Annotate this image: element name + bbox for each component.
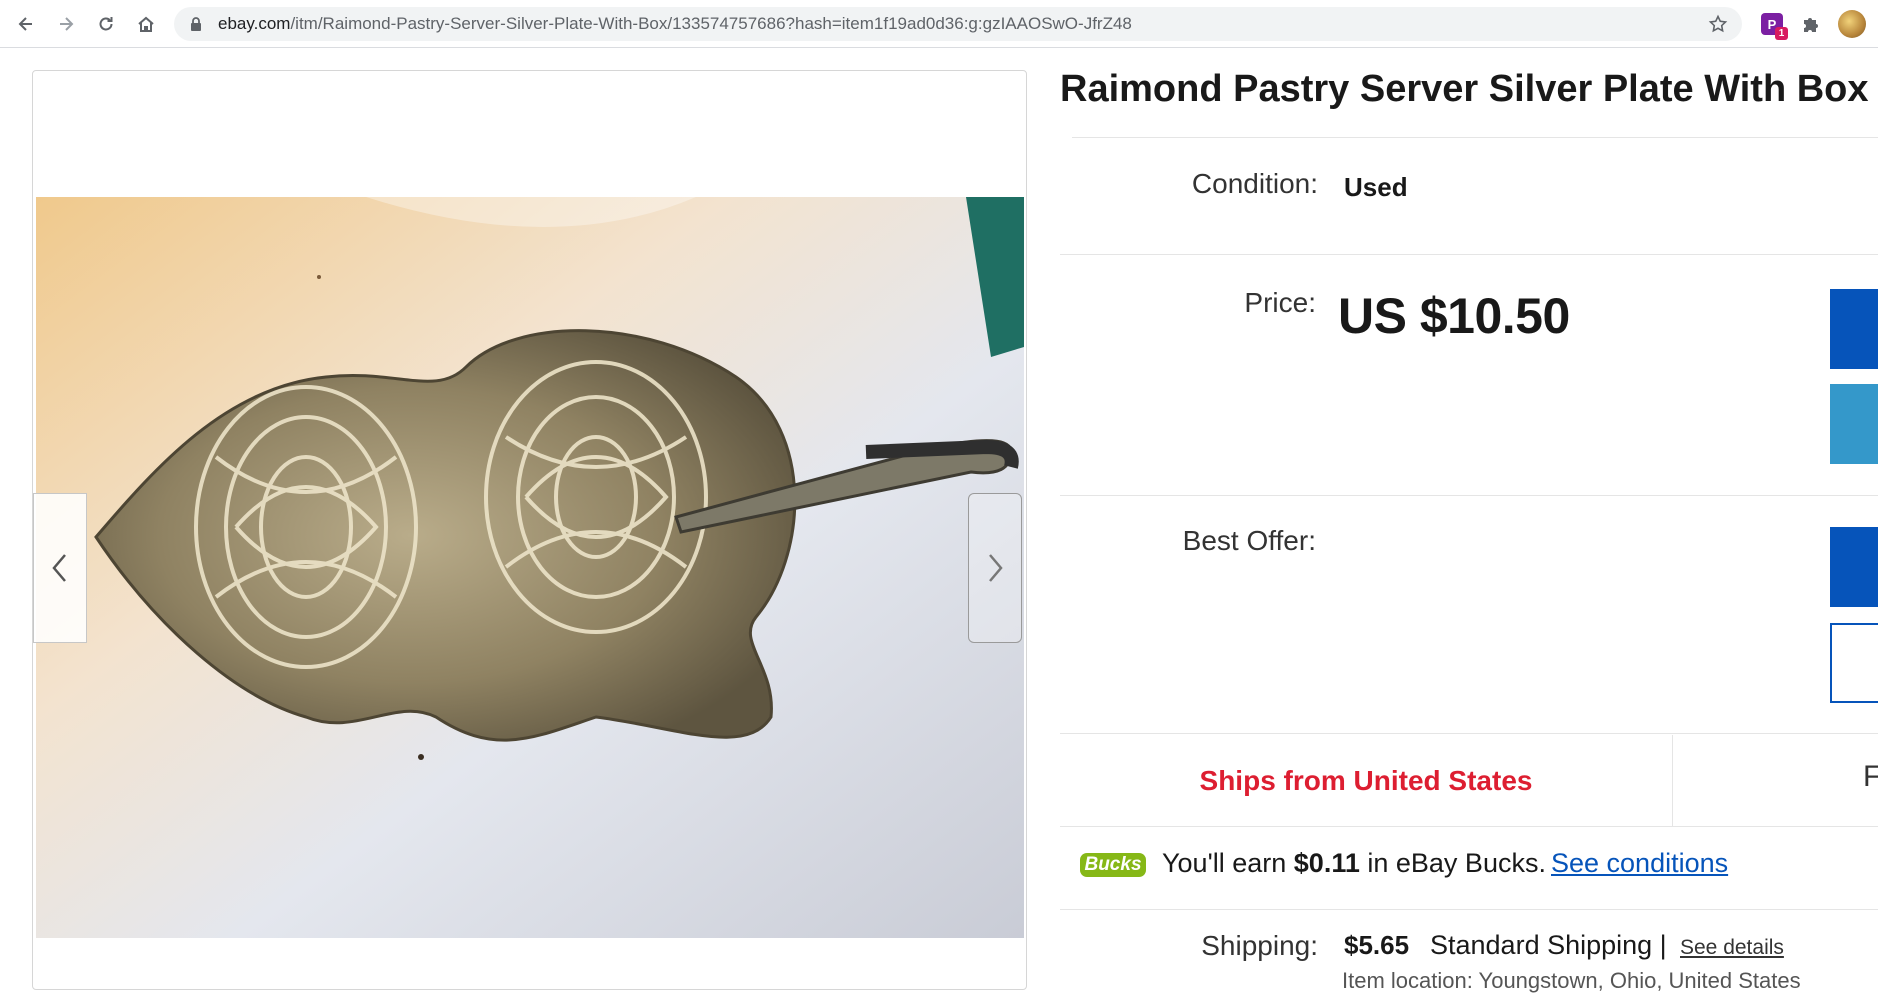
puzzle-icon[interactable] bbox=[1800, 13, 1822, 35]
back-icon[interactable] bbox=[12, 10, 40, 38]
chevron-left-icon bbox=[52, 554, 66, 582]
url-path: /itm/Raimond-Pastry-Server-Silver-Plate-… bbox=[290, 14, 1132, 33]
extension-icon[interactable]: P1 bbox=[1761, 13, 1788, 40]
price-value: US $10.50 bbox=[1338, 288, 1570, 344]
url-text[interactable]: ebay.com/itm/Raimond-Pastry-Server-Silve… bbox=[218, 7, 1132, 41]
ships-from-banner: Ships from United States bbox=[1199, 765, 1533, 796]
bucks-suffix: in eBay Bucks. bbox=[1367, 848, 1546, 878]
bucks-prefix: You'll earn bbox=[1162, 848, 1287, 878]
divider bbox=[1060, 254, 1878, 255]
condition-value: Used bbox=[1344, 172, 1408, 202]
add-to-watchlist-button[interactable] bbox=[1830, 623, 1878, 703]
right-cell-text: F bbox=[1863, 760, 1878, 793]
condition-label: Condition: bbox=[1191, 168, 1318, 199]
profile-avatar[interactable] bbox=[1838, 10, 1866, 38]
lock-icon bbox=[191, 17, 201, 31]
forward-icon[interactable] bbox=[52, 10, 80, 38]
divider bbox=[1060, 733, 1878, 734]
price-label: Price: bbox=[1244, 287, 1316, 318]
product-photo[interactable] bbox=[36, 197, 1024, 938]
ebay-bucks-text: You'll earn $0.11 in eBay Bucks. bbox=[1162, 848, 1546, 879]
ebay-bucks-logo: Bucks bbox=[1080, 853, 1146, 877]
divider bbox=[1672, 735, 1673, 827]
divider bbox=[1072, 137, 1878, 138]
divider bbox=[1060, 909, 1878, 910]
see-conditions-link[interactable]: See conditions bbox=[1551, 848, 1728, 879]
add-to-cart-button[interactable] bbox=[1830, 384, 1878, 464]
shipping-cost: $5.65 bbox=[1344, 930, 1410, 960]
address-bar[interactable]: ebay.com/itm/Raimond-Pastry-Server-Silve… bbox=[174, 7, 1742, 41]
bucks-amount: $0.11 bbox=[1293, 848, 1360, 878]
see-details-link[interactable]: See details bbox=[1680, 936, 1784, 960]
item-location: Item location: Youngstown, Ohio, United … bbox=[1342, 968, 1801, 993]
make-offer-button[interactable] bbox=[1830, 527, 1878, 607]
home-icon[interactable] bbox=[132, 10, 160, 38]
item-title: Raimond Pastry Server Silver Plate With … bbox=[1060, 68, 1869, 110]
previous-image-button[interactable] bbox=[33, 493, 87, 643]
divider bbox=[1060, 495, 1878, 496]
reload-icon[interactable] bbox=[92, 10, 120, 38]
shipping-type: Standard Shipping | bbox=[1430, 930, 1667, 960]
url-host: ebay.com bbox=[218, 14, 291, 33]
shipping-label: Shipping: bbox=[1201, 930, 1318, 961]
star-icon[interactable] bbox=[1708, 14, 1728, 34]
best-offer-label: Best Offer: bbox=[1182, 525, 1316, 556]
browser-toolbar: ebay.com/itm/Raimond-Pastry-Server-Silve… bbox=[0, 0, 1878, 48]
next-image-button[interactable] bbox=[968, 493, 1022, 643]
divider bbox=[1060, 826, 1878, 827]
buy-it-now-button[interactable] bbox=[1830, 289, 1878, 369]
chevron-right-icon bbox=[989, 554, 1003, 582]
extension-badge: 1 bbox=[1775, 27, 1788, 40]
